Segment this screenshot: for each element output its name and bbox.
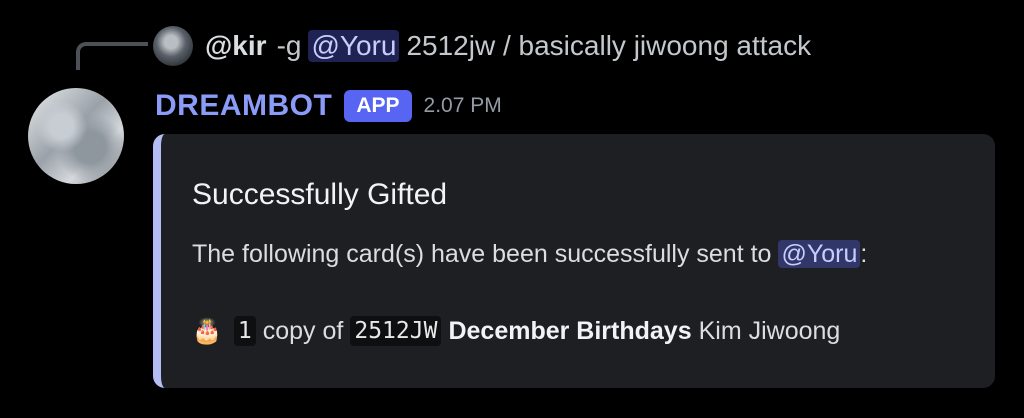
card-code: 2512JW xyxy=(350,316,442,346)
birthday-cake-icon: 🎂 xyxy=(192,317,222,345)
card-count: 1 xyxy=(233,316,256,346)
embed-description-text: The following card(s) have been successf… xyxy=(192,240,772,268)
reply-preview[interactable]: @kir -g @Yoru 2512jw / basically jiwoong… xyxy=(153,26,811,66)
embed-description: The following card(s) have been successf… xyxy=(192,240,867,269)
card-copy-text: copy of xyxy=(262,316,344,345)
message-header: DREAMBOT APP 2.07 PM xyxy=(155,86,502,126)
reply-connector-line xyxy=(76,42,148,70)
card-member-name: Kim Jiwoong xyxy=(698,316,841,345)
app-badge: APP xyxy=(344,90,412,122)
embed-description-suffix: : xyxy=(860,240,868,268)
bot-avatar[interactable] xyxy=(28,88,124,184)
embed-card: Successfully Gifted The following card(s… xyxy=(153,134,995,388)
bot-name[interactable]: DREAMBOT xyxy=(155,89,332,123)
reply-message-text: 2512jw / basically jiwoong attack xyxy=(406,30,812,61)
reply-author-name[interactable]: @kir xyxy=(205,30,267,62)
embed-mention[interactable]: @Yoru xyxy=(778,240,861,268)
embed-title: Successfully Gifted xyxy=(192,178,448,211)
message-timestamp[interactable]: 2.07 PM xyxy=(424,94,502,118)
card-set-name: December Birthdays xyxy=(448,316,692,345)
reply-author-avatar[interactable] xyxy=(153,26,193,66)
reply-command: -g xyxy=(276,30,302,61)
gifted-card-line: 🎂 1 copy of 2512JW December Birthdays Ki… xyxy=(192,316,840,346)
reply-mention[interactable]: @Yoru xyxy=(308,30,400,62)
